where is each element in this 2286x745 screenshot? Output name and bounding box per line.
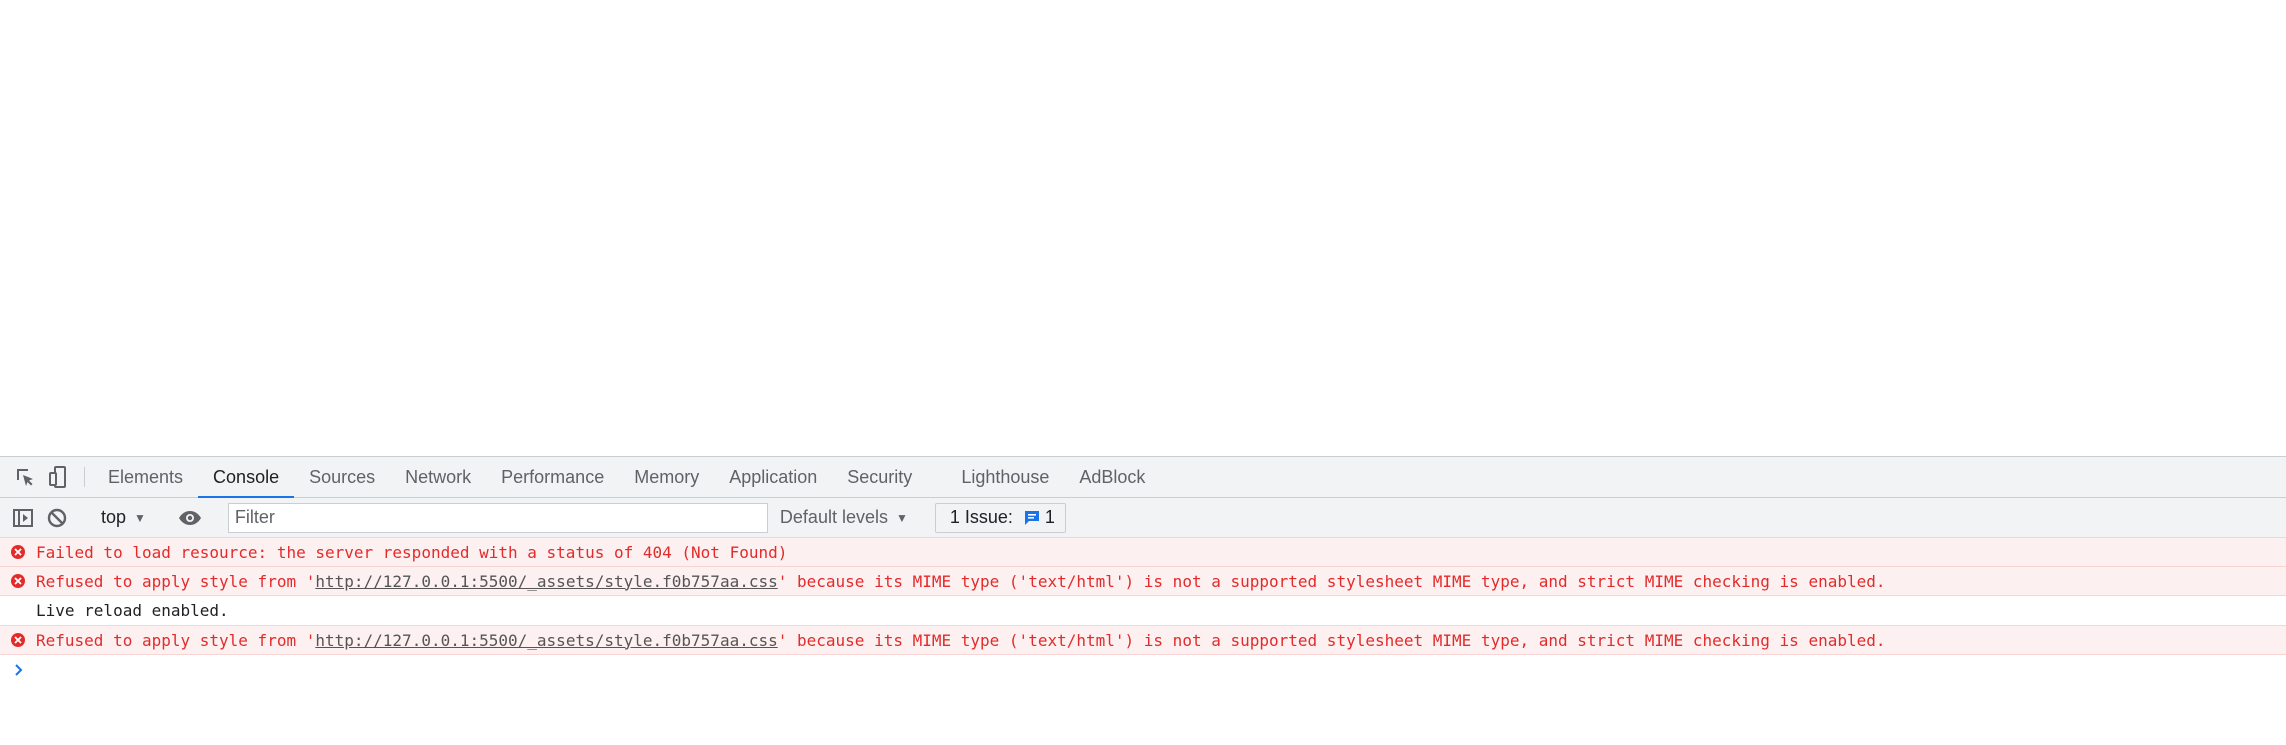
console-message-error: Failed to load resource: the server resp… <box>0 537 2286 567</box>
tab-elements[interactable]: Elements <box>93 457 198 497</box>
error-icon <box>8 571 28 591</box>
issues-label: 1 Issue: <box>949 507 1013 527</box>
issues-button[interactable]: 1 Issue: 1 <box>934 502 1066 533</box>
context-label: top <box>101 507 127 527</box>
tab-label: Security <box>847 466 913 487</box>
stylesheet-link[interactable]: http://127.0.0.1:5500/_assets/style.f0b7… <box>315 572 777 591</box>
issues-count: 1 <box>1044 507 1055 527</box>
device-toolbar-icon[interactable] <box>42 457 76 497</box>
page-viewport <box>0 0 2286 456</box>
message-text: Failed to load resource: the server resp… <box>36 542 788 562</box>
tab-label: Memory <box>634 466 700 487</box>
stylesheet-link[interactable]: http://127.0.0.1:5500/_assets/style.f0b7… <box>315 631 777 650</box>
tab-label: Application <box>729 466 818 487</box>
live-expression-eye-icon[interactable] <box>173 498 207 538</box>
tab-application[interactable]: Application <box>714 457 832 497</box>
tab-lighthouse[interactable]: Lighthouse <box>946 457 1064 497</box>
tab-network[interactable]: Network <box>390 457 486 497</box>
tab-label: Elements <box>108 466 184 487</box>
error-icon <box>8 542 28 562</box>
console-message-error: Refused to apply style from 'http://127.… <box>0 566 2286 596</box>
prompt-chevron-icon <box>15 664 23 676</box>
console-message-log: Live reload enabled. <box>0 596 2286 626</box>
tab-label: Network <box>405 466 472 487</box>
dropdown-caret-icon: ▼ <box>134 510 146 525</box>
error-icon <box>8 630 28 650</box>
log-levels-dropdown[interactable]: Default levels ▼ <box>768 498 920 538</box>
console-toolbar: top ▼ Default levels ▼ 1 Issue: 1 <box>0 498 2286 538</box>
devtools-tabbar: Elements Console Sources Network Perform… <box>0 457 2286 498</box>
tab-performance[interactable]: Performance <box>486 457 619 497</box>
console-filter-input[interactable] <box>227 502 768 533</box>
message-text: Refused to apply style from 'http://127.… <box>36 571 1886 591</box>
tab-label: AdBlock <box>1079 466 1146 487</box>
devtools-panel: Elements Console Sources Network Perform… <box>0 456 2286 745</box>
dropdown-caret-icon: ▼ <box>895 510 908 525</box>
tab-sources[interactable]: Sources <box>294 457 390 497</box>
message-text: Refused to apply style from 'http://127.… <box>36 630 1886 650</box>
tabbar-separator <box>84 467 85 487</box>
tab-label: Console <box>213 466 280 487</box>
show-sidebar-icon[interactable] <box>6 498 40 538</box>
clear-console-icon[interactable] <box>40 498 74 538</box>
tab-security[interactable]: Security <box>832 457 946 497</box>
tab-memory[interactable]: Memory <box>619 457 714 497</box>
console-message-error: Refused to apply style from 'http://127.… <box>0 625 2286 655</box>
tab-adblock[interactable]: AdBlock <box>1064 457 1160 497</box>
tab-label: Performance <box>501 466 605 487</box>
console-prompt[interactable] <box>0 655 2286 685</box>
context-selector[interactable]: top ▼ <box>91 498 156 538</box>
tab-label: Sources <box>309 466 376 487</box>
tab-label: Lighthouse <box>961 466 1050 487</box>
inspect-element-icon[interactable] <box>8 457 42 497</box>
issue-message-icon <box>1024 510 1039 525</box>
tab-console[interactable]: Console <box>198 457 295 498</box>
console-messages: Failed to load resource: the server resp… <box>0 537 2286 685</box>
log-levels-label: Default levels <box>779 507 888 527</box>
message-text: Live reload enabled. <box>36 601 229 620</box>
